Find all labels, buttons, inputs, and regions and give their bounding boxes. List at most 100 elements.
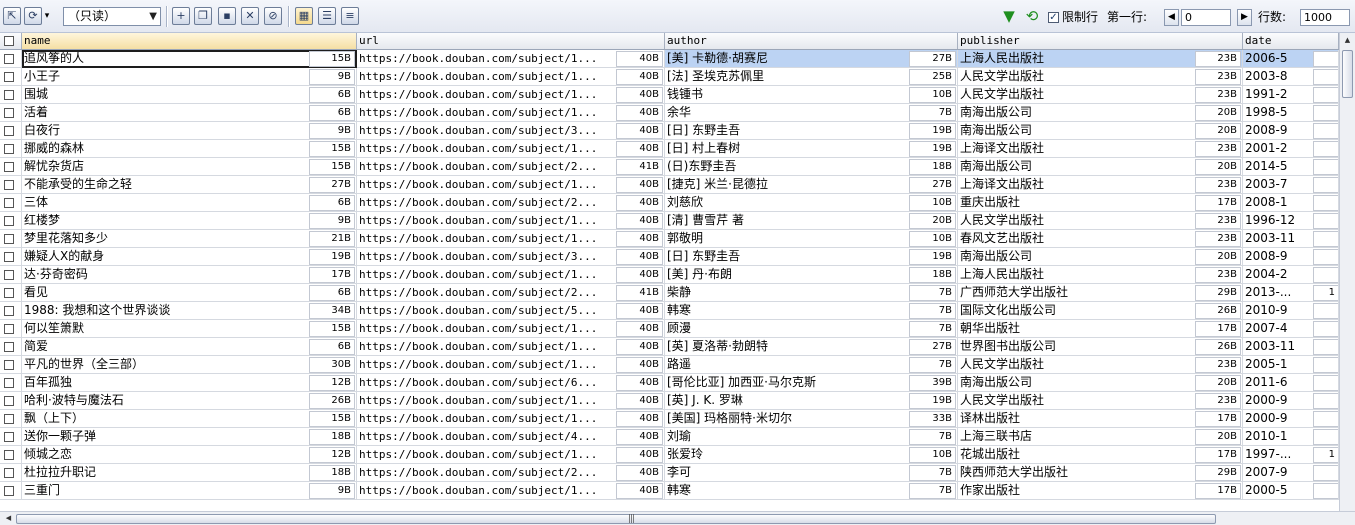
cell-url[interactable]: https://book.douban.com/subject/1... 40B — [357, 140, 665, 158]
cell-author[interactable]: [捷克] 米兰·昆德拉 27B — [665, 176, 958, 194]
cell-author[interactable]: 刘慈欣 10B — [665, 194, 958, 212]
row-select-cell[interactable] — [0, 482, 22, 500]
cell-author[interactable]: 韩寒 7B — [665, 482, 958, 500]
row-checkbox[interactable] — [4, 234, 14, 244]
select-all-checkbox[interactable] — [4, 36, 14, 46]
cell-url[interactable]: https://book.douban.com/subject/1... 40B — [357, 212, 665, 230]
row-select-cell[interactable] — [0, 176, 22, 194]
cell-url[interactable]: https://book.douban.com/subject/2... 40B — [357, 464, 665, 482]
add-row-icon[interactable]: + — [172, 7, 190, 25]
cell-url[interactable]: https://book.douban.com/subject/4... 40B — [357, 428, 665, 446]
row-select-cell[interactable] — [0, 212, 22, 230]
cell-url[interactable]: https://book.douban.com/subject/1... 40B — [357, 482, 665, 500]
table-row[interactable]: 哈利·波特与魔法石 26B https://book.douban.com/subj… — [0, 392, 1339, 410]
cell-date[interactable]: 2013-... 1 — [1243, 284, 1339, 302]
column-header-url[interactable]: url — [357, 33, 665, 49]
table-row[interactable]: 挪威的森林 15B https://book.douban.com/subject/… — [0, 140, 1339, 158]
row-select-cell[interactable] — [0, 356, 22, 374]
cell-author[interactable]: 钱锺书 10B — [665, 86, 958, 104]
cell-publisher[interactable]: 人民文学出版社 23B — [958, 86, 1243, 104]
cell-url[interactable]: https://book.douban.com/subject/1... 40B — [357, 338, 665, 356]
row-select-cell[interactable] — [0, 230, 22, 248]
row-select-cell[interactable] — [0, 392, 22, 410]
cell-date[interactable]: 2000-9 — [1243, 392, 1339, 410]
cell-publisher[interactable]: 南海出版公司 20B — [958, 158, 1243, 176]
row-checkbox[interactable] — [4, 288, 14, 298]
cell-publisher[interactable]: 作家出版社 17B — [958, 482, 1243, 500]
table-row[interactable]: 平凡的世界（全三部） 30B https://book.douban.com/sub… — [0, 356, 1339, 374]
cell-author[interactable]: 顾漫 7B — [665, 320, 958, 338]
table-row[interactable]: 解忧杂货店 15B https://book.douban.com/subject/… — [0, 158, 1339, 176]
cell-date[interactable]: 2007-9 — [1243, 464, 1339, 482]
cell-name[interactable]: 三重门 9B — [22, 482, 357, 500]
cell-publisher[interactable]: 花城出版社 17B — [958, 446, 1243, 464]
cell-name[interactable]: 倾城之恋 12B — [22, 446, 357, 464]
cell-publisher[interactable]: 上海人民出版社 23B — [958, 266, 1243, 284]
cell-publisher[interactable]: 朝华出版社 17B — [958, 320, 1243, 338]
row-checkbox[interactable] — [4, 324, 14, 334]
dropdown-icon[interactable]: ▾ — [42, 7, 52, 25]
cell-publisher[interactable]: 上海人民出版社 23B — [958, 50, 1243, 68]
table-row[interactable]: 杜拉拉升职记 18B https://book.douban.com/subject… — [0, 464, 1339, 482]
column-header-date[interactable]: date — [1243, 33, 1339, 49]
row-select-cell[interactable] — [0, 428, 22, 446]
cell-date[interactable]: 1996-12 — [1243, 212, 1339, 230]
row-checkbox[interactable] — [4, 270, 14, 280]
table-row[interactable]: 百年孤独 12B https://book.douban.com/subject/6… — [0, 374, 1339, 392]
cell-publisher[interactable]: 南海出版公司 20B — [958, 248, 1243, 266]
row-select-cell[interactable] — [0, 410, 22, 428]
table-row[interactable]: 看见 6B https://book.douban.com/subject/2...… — [0, 284, 1339, 302]
row-checkbox[interactable] — [4, 486, 14, 496]
row-checkbox[interactable] — [4, 360, 14, 370]
row-select-cell[interactable] — [0, 248, 22, 266]
table-row[interactable]: 红楼梦 9B https://book.douban.com/subject/1..… — [0, 212, 1339, 230]
cell-publisher[interactable]: 译林出版社 17B — [958, 410, 1243, 428]
access-mode-select[interactable]: （只读） ▼ — [63, 7, 161, 26]
cell-author[interactable]: [清] 曹雪芹 著 20B — [665, 212, 958, 230]
duplicate-row-icon[interactable]: ❐ — [194, 7, 212, 25]
row-checkbox[interactable] — [4, 396, 14, 406]
cell-name[interactable]: 不能承受的生命之轻 27B — [22, 176, 357, 194]
cell-url[interactable]: https://book.douban.com/subject/1... 40B — [357, 104, 665, 122]
row-checkbox[interactable] — [4, 414, 14, 424]
row-select-cell[interactable] — [0, 302, 22, 320]
cell-name[interactable]: 白夜行 9B — [22, 122, 357, 140]
cell-date[interactable]: 2011-6 — [1243, 374, 1339, 392]
cell-name[interactable]: 活着 6B — [22, 104, 357, 122]
cell-author[interactable]: 柴静 7B — [665, 284, 958, 302]
cell-publisher[interactable]: 世界图书出版公司 26B — [958, 338, 1243, 356]
row-checkbox[interactable] — [4, 216, 14, 226]
row-select-cell[interactable] — [0, 122, 22, 140]
cell-name[interactable]: 何以笙箫默 15B — [22, 320, 357, 338]
cell-date[interactable]: 1991-2 — [1243, 86, 1339, 104]
cell-date[interactable]: 2000-5 — [1243, 482, 1339, 500]
vertical-scroll-thumb[interactable] — [1342, 50, 1353, 98]
cell-url[interactable]: https://book.douban.com/subject/1... 40B — [357, 356, 665, 374]
row-checkbox[interactable] — [4, 252, 14, 262]
cell-date[interactable]: 2003-8 — [1243, 68, 1339, 86]
cell-name[interactable]: 小王子 9B — [22, 68, 357, 86]
cell-date[interactable]: 2005-1 — [1243, 356, 1339, 374]
table-row[interactable]: 嫌疑人X的献身 19B https://book.douban.com/subjec… — [0, 248, 1339, 266]
filter-icon[interactable]: ▼ — [1000, 7, 1018, 25]
cell-author[interactable]: [英] 夏洛蒂·勃朗特 27B — [665, 338, 958, 356]
table-row[interactable]: 活着 6B https://book.douban.com/subject/1...… — [0, 104, 1339, 122]
cell-url[interactable]: https://book.douban.com/subject/1... 40B — [357, 50, 665, 68]
table-row[interactable]: 梦里花落知多少 21B https://book.douban.com/subjec… — [0, 230, 1339, 248]
scroll-up-icon[interactable]: ▲ — [1342, 35, 1353, 46]
cell-date[interactable]: 2014-5 — [1243, 158, 1339, 176]
cell-date[interactable]: 2007-4 — [1243, 320, 1339, 338]
cell-name[interactable]: 追风筝的人 15B — [22, 50, 357, 68]
cell-publisher[interactable]: 上海译文出版社 23B — [958, 140, 1243, 158]
cell-publisher[interactable]: 人民文学出版社 23B — [958, 392, 1243, 410]
cell-name[interactable]: 梦里花落知多少 21B — [22, 230, 357, 248]
row-select-cell[interactable] — [0, 50, 22, 68]
cell-url[interactable]: https://book.douban.com/subject/2... 41B — [357, 284, 665, 302]
table-row[interactable]: 1988: 我想和这个世界谈谈 34B https://book.douban.co… — [0, 302, 1339, 320]
table-row[interactable]: 飘（上下） 15B https://book.douban.com/subject/… — [0, 410, 1339, 428]
table-row[interactable]: 送你一颗子弹 18B https://book.douban.com/subject… — [0, 428, 1339, 446]
column-header-publisher[interactable]: publisher — [958, 33, 1243, 49]
cell-author[interactable]: [英] J. K. 罗琳 19B — [665, 392, 958, 410]
cell-date[interactable]: 2001-2 — [1243, 140, 1339, 158]
cell-date[interactable]: 2008-9 — [1243, 248, 1339, 266]
